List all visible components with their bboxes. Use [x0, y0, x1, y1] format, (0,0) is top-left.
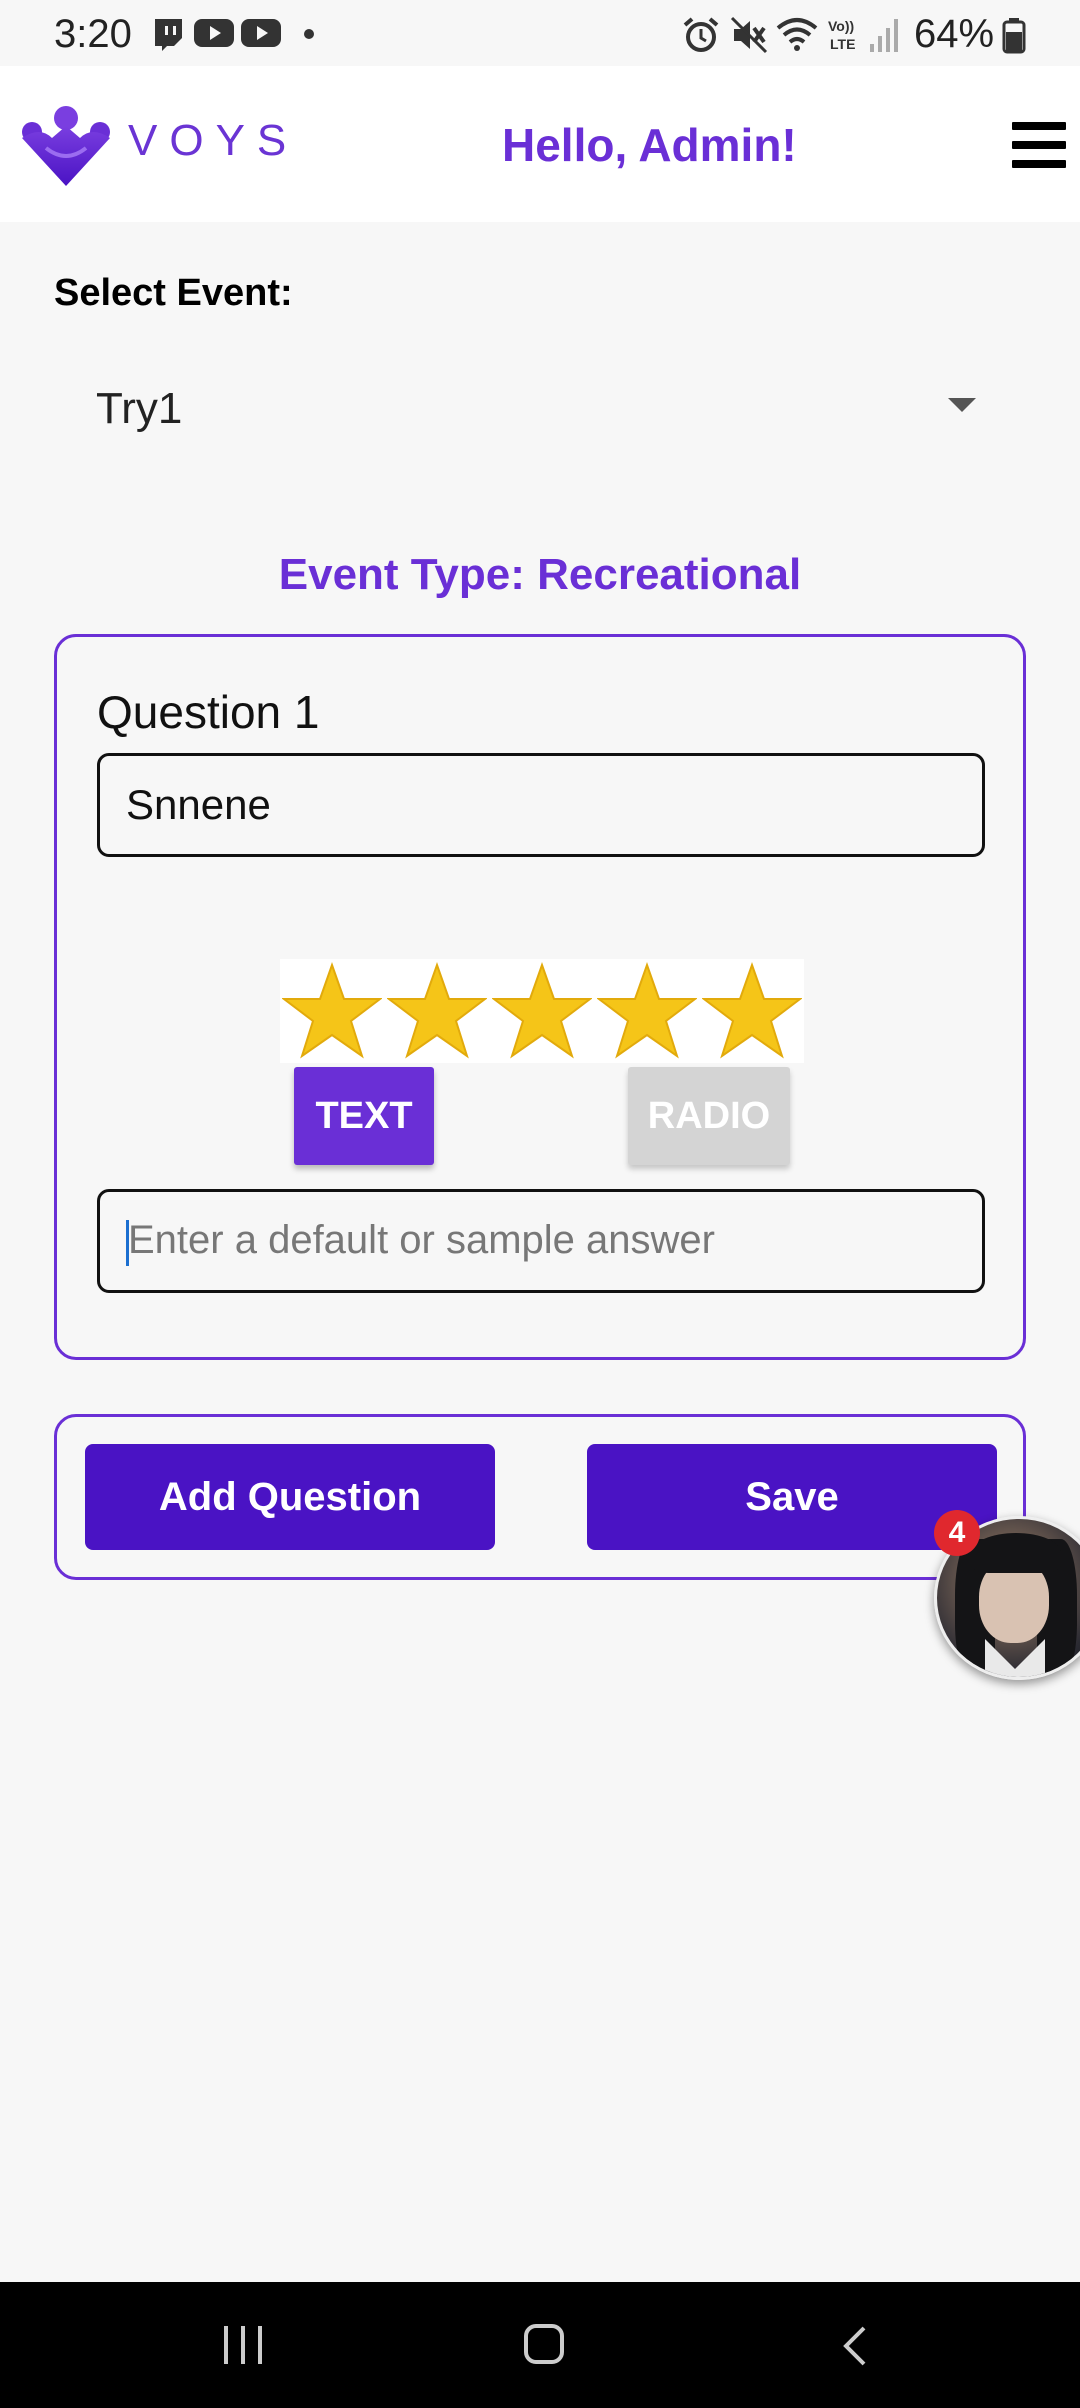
select-event-label: Select Event:	[54, 272, 293, 314]
event-dropdown-value: Try1	[96, 384, 183, 433]
youtube-icon	[241, 19, 281, 47]
dropdown-caret-icon	[948, 398, 976, 412]
star-icon[interactable]	[280, 959, 385, 1063]
alarm-icon	[683, 17, 719, 52]
app-header: VOYS Hello, Admin!	[0, 66, 1080, 222]
battery-percent: 64%	[914, 12, 995, 56]
sample-answer-input[interactable]: Enter a default or sample answer	[97, 1189, 985, 1293]
logo-text: VOYS	[128, 116, 299, 165]
event-type-text: Event Type: Recreational	[278, 550, 802, 599]
system-nav-bar	[0, 2282, 1080, 2408]
back-icon[interactable]	[836, 2326, 876, 2366]
status-time: 3:20	[54, 12, 132, 56]
twitch-icon	[155, 19, 182, 51]
event-dropdown[interactable]: Try1	[54, 360, 1014, 460]
star-rating[interactable]	[280, 959, 804, 1063]
hamburger-menu-icon[interactable]	[1012, 122, 1066, 168]
greeting-text: Hello, Admin!	[502, 119, 797, 171]
actions-card: Add Question Save	[54, 1414, 1026, 1580]
signal-icon	[870, 19, 898, 52]
star-icon[interactable]	[699, 959, 804, 1063]
question-label: Question 1	[97, 686, 320, 738]
question-input[interactable]	[97, 753, 985, 857]
text-type-button[interactable]: TEXT	[294, 1067, 434, 1165]
star-icon[interactable]	[490, 959, 595, 1063]
home-icon[interactable]	[524, 2324, 564, 2364]
radio-type-button[interactable]: RADIO	[628, 1067, 790, 1165]
add-question-button[interactable]: Add Question	[85, 1444, 495, 1550]
voys-logo-icon[interactable]	[20, 104, 112, 188]
notification-badge: 4	[934, 1510, 980, 1556]
wifi-icon	[776, 18, 818, 51]
mute-icon	[730, 16, 768, 54]
sample-answer-placeholder: Enter a default or sample answer	[128, 1218, 715, 1262]
svg-text:LTE: LTE	[830, 36, 855, 52]
recents-icon[interactable]	[224, 2326, 264, 2364]
star-icon[interactable]	[594, 959, 699, 1063]
star-icon[interactable]	[385, 959, 490, 1063]
battery-icon	[1002, 18, 1026, 54]
youtube-icon	[194, 19, 234, 47]
volte-icon: Vo)) LTE	[828, 18, 855, 52]
dot-icon	[304, 29, 314, 39]
svg-text:Vo)): Vo))	[828, 18, 854, 34]
question-card: Question 1 TEXT RADIO Enter a default or…	[54, 634, 1026, 1360]
status-bar: 3:20 Vo)) LTE 64%	[0, 0, 1080, 66]
